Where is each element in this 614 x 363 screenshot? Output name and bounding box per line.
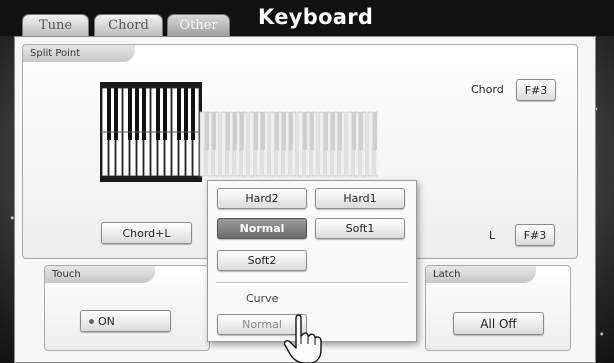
black-key-inactive (240, 112, 244, 150)
black-key-inactive (254, 112, 258, 150)
tab-tune[interactable]: Tune (22, 14, 89, 36)
black-key-inactive (303, 112, 307, 150)
black-key-inactive (205, 112, 209, 150)
white-key-inactive (346, 111, 353, 177)
keyboard-inactive-range (199, 111, 378, 177)
touch-section: Touch (44, 265, 210, 351)
white-key-inactive (199, 111, 206, 177)
tab-chord[interactable]: Chord (94, 14, 163, 36)
latch-all-off-button[interactable]: All Off (453, 312, 544, 335)
title-bar: Tune Chord Other Keyboard (0, 0, 614, 36)
curve-label: Curve (246, 292, 279, 305)
touch-on-button[interactable]: ON (80, 310, 171, 332)
option-soft1-button[interactable]: Soft1 (315, 218, 405, 239)
touch-label: Touch (45, 266, 155, 283)
latch-label: Latch (426, 266, 536, 283)
split-point-label: Split Point (23, 45, 135, 62)
option-normal-button[interactable]: Normal (217, 218, 307, 239)
white-key-inactive (367, 111, 374, 177)
black-key-inactive (338, 112, 342, 150)
black-key-inactive (352, 112, 356, 150)
black-key-inactive (226, 112, 230, 150)
latch-section: Latch (425, 265, 571, 351)
black-key-inactive (289, 112, 293, 150)
black-key-inactive (310, 112, 314, 150)
white-key-inactive (297, 111, 304, 177)
tab-other[interactable]: Other (167, 14, 230, 36)
black-key-inactive (212, 112, 216, 150)
black-key-inactive (282, 112, 286, 150)
black-key-inactive (359, 112, 363, 150)
white-key-inactive (269, 111, 276, 177)
chord-split-label: Chord (471, 83, 504, 96)
popup-divider (216, 282, 408, 283)
page-title: Keyboard (258, 5, 374, 29)
dot-icon (89, 318, 94, 324)
touch-on-label: ON (98, 314, 115, 328)
left-split-value-button[interactable]: F#3 (515, 224, 555, 246)
black-key-inactive (331, 112, 335, 150)
black-key-inactive (261, 112, 265, 150)
chord-l-mode-button[interactable]: Chord+L (101, 222, 192, 244)
black-key-inactive (324, 112, 328, 150)
keyboard-active-range (100, 82, 202, 182)
white-key-inactive (318, 111, 325, 177)
piano-keyboard-icon[interactable] (88, 82, 378, 182)
option-soft2-button[interactable]: Soft2 (217, 250, 307, 271)
chord-split-value-button[interactable]: F#3 (516, 79, 556, 101)
hand-pointer-icon (284, 314, 322, 363)
left-split-label: L (489, 229, 496, 242)
option-hard1-button[interactable]: Hard1 (315, 188, 405, 209)
white-key-inactive (220, 111, 227, 177)
black-key-inactive (275, 112, 279, 150)
black-key-inactive (233, 112, 237, 150)
option-hard2-button[interactable]: Hard2 (217, 188, 307, 209)
black-key-inactive (373, 112, 377, 150)
white-key-inactive (248, 111, 255, 177)
